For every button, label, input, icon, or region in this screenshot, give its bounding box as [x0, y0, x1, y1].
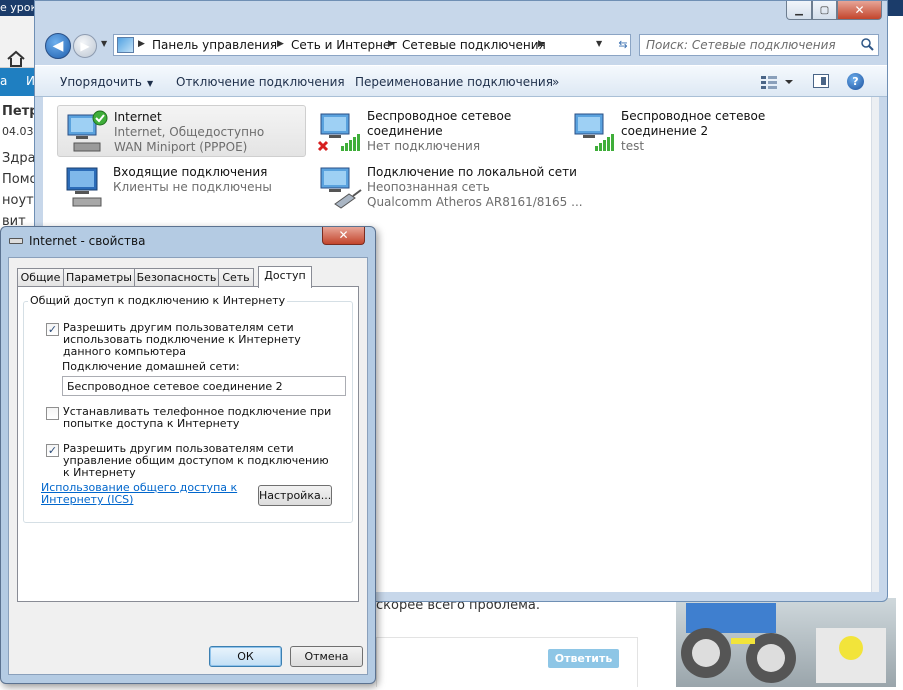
internet-properties-dialog: Internet - свойства ✕ Общие Параметры Бе… — [0, 226, 376, 684]
incoming-connections-icon — [66, 167, 102, 207]
cancel-button[interactable]: Отмена — [290, 646, 363, 667]
dialog-close-button[interactable]: ✕ — [322, 227, 365, 245]
tab-options[interactable]: Параметры — [63, 268, 135, 287]
connection-status: Нет подключения — [367, 139, 481, 153]
ics-group: Общий доступ к подключению к Интернету ✓… — [23, 294, 353, 523]
connection-device: WAN Miniport (PPPOE) — [114, 140, 248, 154]
connection-details: Входящие подключения Клиенты не подключе… — [113, 165, 272, 195]
refresh-icon[interactable]: ⇆ — [612, 38, 634, 53]
connection-device: Qualcomm Atheros AR8161/8165 ... — [367, 195, 583, 209]
connection-item-lan[interactable]: Подключение по локальной сети Неопознанн… — [311, 161, 583, 213]
breadcrumb-network-connections[interactable]: Сетевые подключения — [402, 38, 546, 52]
allow-sharing-label: Разрешить другим пользователям сети испо… — [63, 321, 301, 358]
connection-item-internet[interactable]: Internet Internet, Общедоступно WAN Mini… — [57, 105, 306, 157]
command-bar: Упорядочить ▼ Отключение подключения Пере… — [35, 65, 887, 97]
dial-on-demand-label: Устанавливать телефонное подключение при… — [63, 405, 332, 430]
breadcrumb-control-panel[interactable]: Панель управления — [152, 38, 277, 52]
wireless-disconnected-icon — [317, 113, 360, 152]
connection-item-incoming[interactable]: Входящие подключения Клиенты не подключе… — [57, 161, 306, 213]
dialog-title: Internet - свойства — [29, 234, 146, 248]
search-input[interactable]: Поиск: Сетевые подключения — [639, 34, 879, 56]
post-text-line: Здра — [2, 151, 36, 166]
lan-connection-icon — [320, 167, 362, 209]
tab-sharing[interactable]: Доступ — [258, 266, 312, 288]
chevron-down-icon: ▼ — [146, 79, 154, 88]
connection-icon — [9, 238, 23, 244]
organize-label: Упорядочить — [60, 75, 142, 89]
home-icon[interactable] — [6, 50, 26, 68]
preview-pane-icon[interactable] — [813, 74, 829, 88]
dial-on-demand-checkbox[interactable] — [46, 407, 59, 420]
address-row: ◀ ▶ ▼ ▶ Панель управления ▶ Сеть и Интер… — [35, 27, 887, 63]
window-controls: ▁ ▢ ✕ — [786, 1, 882, 20]
tab-security[interactable]: Безопасность — [134, 268, 219, 287]
disconnect-button[interactable]: Отключение подключения — [176, 75, 345, 89]
post-text-line: Помо — [2, 172, 38, 187]
robot-toy-image — [681, 603, 886, 683]
connection-item-wireless[interactable]: Беспроводное сетевое соединение Нет подк… — [311, 105, 560, 157]
back-button[interactable]: ◀ — [45, 33, 71, 59]
connection-name-line2: соединение — [367, 124, 443, 138]
connection-details: Беспроводное сетевое соединение Нет подк… — [367, 109, 511, 154]
tab-general[interactable]: Общие — [17, 268, 64, 287]
help-icon[interactable]: ? — [847, 73, 864, 90]
vertical-scrollbar[interactable] — [871, 97, 879, 592]
connection-status: Клиенты не подключены — [113, 180, 272, 194]
connection-item-wireless-2[interactable]: Беспроводное сетевое соединение 2 test — [565, 105, 814, 157]
breadcrumb-separator-icon[interactable]: ▶ — [277, 39, 284, 49]
post-text-line: ноут — [2, 193, 34, 208]
reply-button[interactable]: Ответить — [548, 649, 619, 668]
connection-name: Входящие подключения — [113, 165, 268, 179]
close-button[interactable]: ✕ — [837, 1, 882, 20]
search-placeholder: Поиск: Сетевые подключения — [646, 38, 836, 52]
home-network-label: Подключение домашней сети: — [62, 360, 240, 373]
connection-details: Подключение по локальной сети Неопознанн… — [367, 165, 583, 210]
history-dropdown-icon[interactable]: ▼ — [101, 39, 107, 48]
connection-status: Internet, Общедоступно — [114, 125, 265, 139]
breadcrumb-separator-icon[interactable]: ▶ — [388, 39, 395, 49]
sharing-tab-panel: Общий доступ к подключению к Интернету ✓… — [17, 286, 359, 602]
search-icon[interactable] — [861, 38, 874, 51]
home-network-select[interactable]: Беспроводное сетевое соединение 2 — [62, 376, 346, 396]
allow-sharing-checkbox[interactable]: ✓ — [46, 323, 59, 336]
group-title: Общий доступ к подключению к Интернету — [28, 294, 288, 307]
tab-network[interactable]: Сеть — [218, 268, 254, 287]
allow-control-label: Разрешить другим пользователям сети упра… — [63, 442, 329, 479]
site-nav-item[interactable]: а — [0, 74, 7, 88]
browser-tab-title: е урок — [0, 1, 38, 14]
more-commands-button[interactable]: » — [552, 75, 559, 89]
breadcrumb-network-internet[interactable]: Сеть и Интернет — [291, 38, 397, 52]
maximize-button[interactable]: ▢ — [812, 1, 837, 20]
connection-details: Беспроводное сетевое соединение 2 test — [621, 109, 765, 154]
allow-control-checkbox[interactable]: ✓ — [46, 444, 59, 457]
connection-name: Беспроводное сетевое — [621, 109, 766, 123]
breadcrumb-separator-icon[interactable]: ▶ — [538, 39, 545, 49]
post-date: 04.03. — [2, 125, 37, 138]
wireless-connected-icon — [574, 113, 614, 151]
breadcrumb-separator-icon[interactable]: ▶ — [138, 39, 145, 49]
dialup-connection-icon — [67, 110, 108, 152]
connection-name-line2: соединение 2 — [621, 124, 709, 138]
address-dropdown-icon[interactable]: ▼ — [596, 39, 602, 48]
connection-details: Internet Internet, Общедоступно WAN Mini… — [114, 110, 264, 155]
ics-help-link[interactable]: Использование общего доступа к Интернету… — [41, 482, 251, 506]
settings-button[interactable]: Настройка... — [258, 485, 332, 506]
advert-image — [676, 598, 896, 687]
connection-name: Беспроводное сетевое — [367, 109, 512, 123]
dialog-body: Общие Параметры Безопасность Сеть Доступ… — [8, 257, 368, 675]
connection-status: Неопознанная сеть — [367, 180, 490, 194]
forward-button[interactable]: ▶ — [73, 34, 97, 58]
view-options-icon[interactable] — [759, 73, 795, 91]
connection-name: Internet — [114, 110, 162, 124]
rename-button[interactable]: Переименование подключения — [355, 75, 553, 89]
control-panel-icon — [117, 37, 134, 53]
organize-button[interactable]: Упорядочить ▼ — [60, 75, 153, 89]
connection-network: test — [621, 139, 645, 153]
ok-button[interactable]: ОК — [209, 646, 282, 667]
minimize-button[interactable]: ▁ — [786, 1, 812, 20]
address-bar[interactable]: ▶ Панель управления ▶ Сеть и Интернет ▶ … — [113, 34, 631, 56]
connection-name: Подключение по локальной сети — [367, 165, 577, 179]
